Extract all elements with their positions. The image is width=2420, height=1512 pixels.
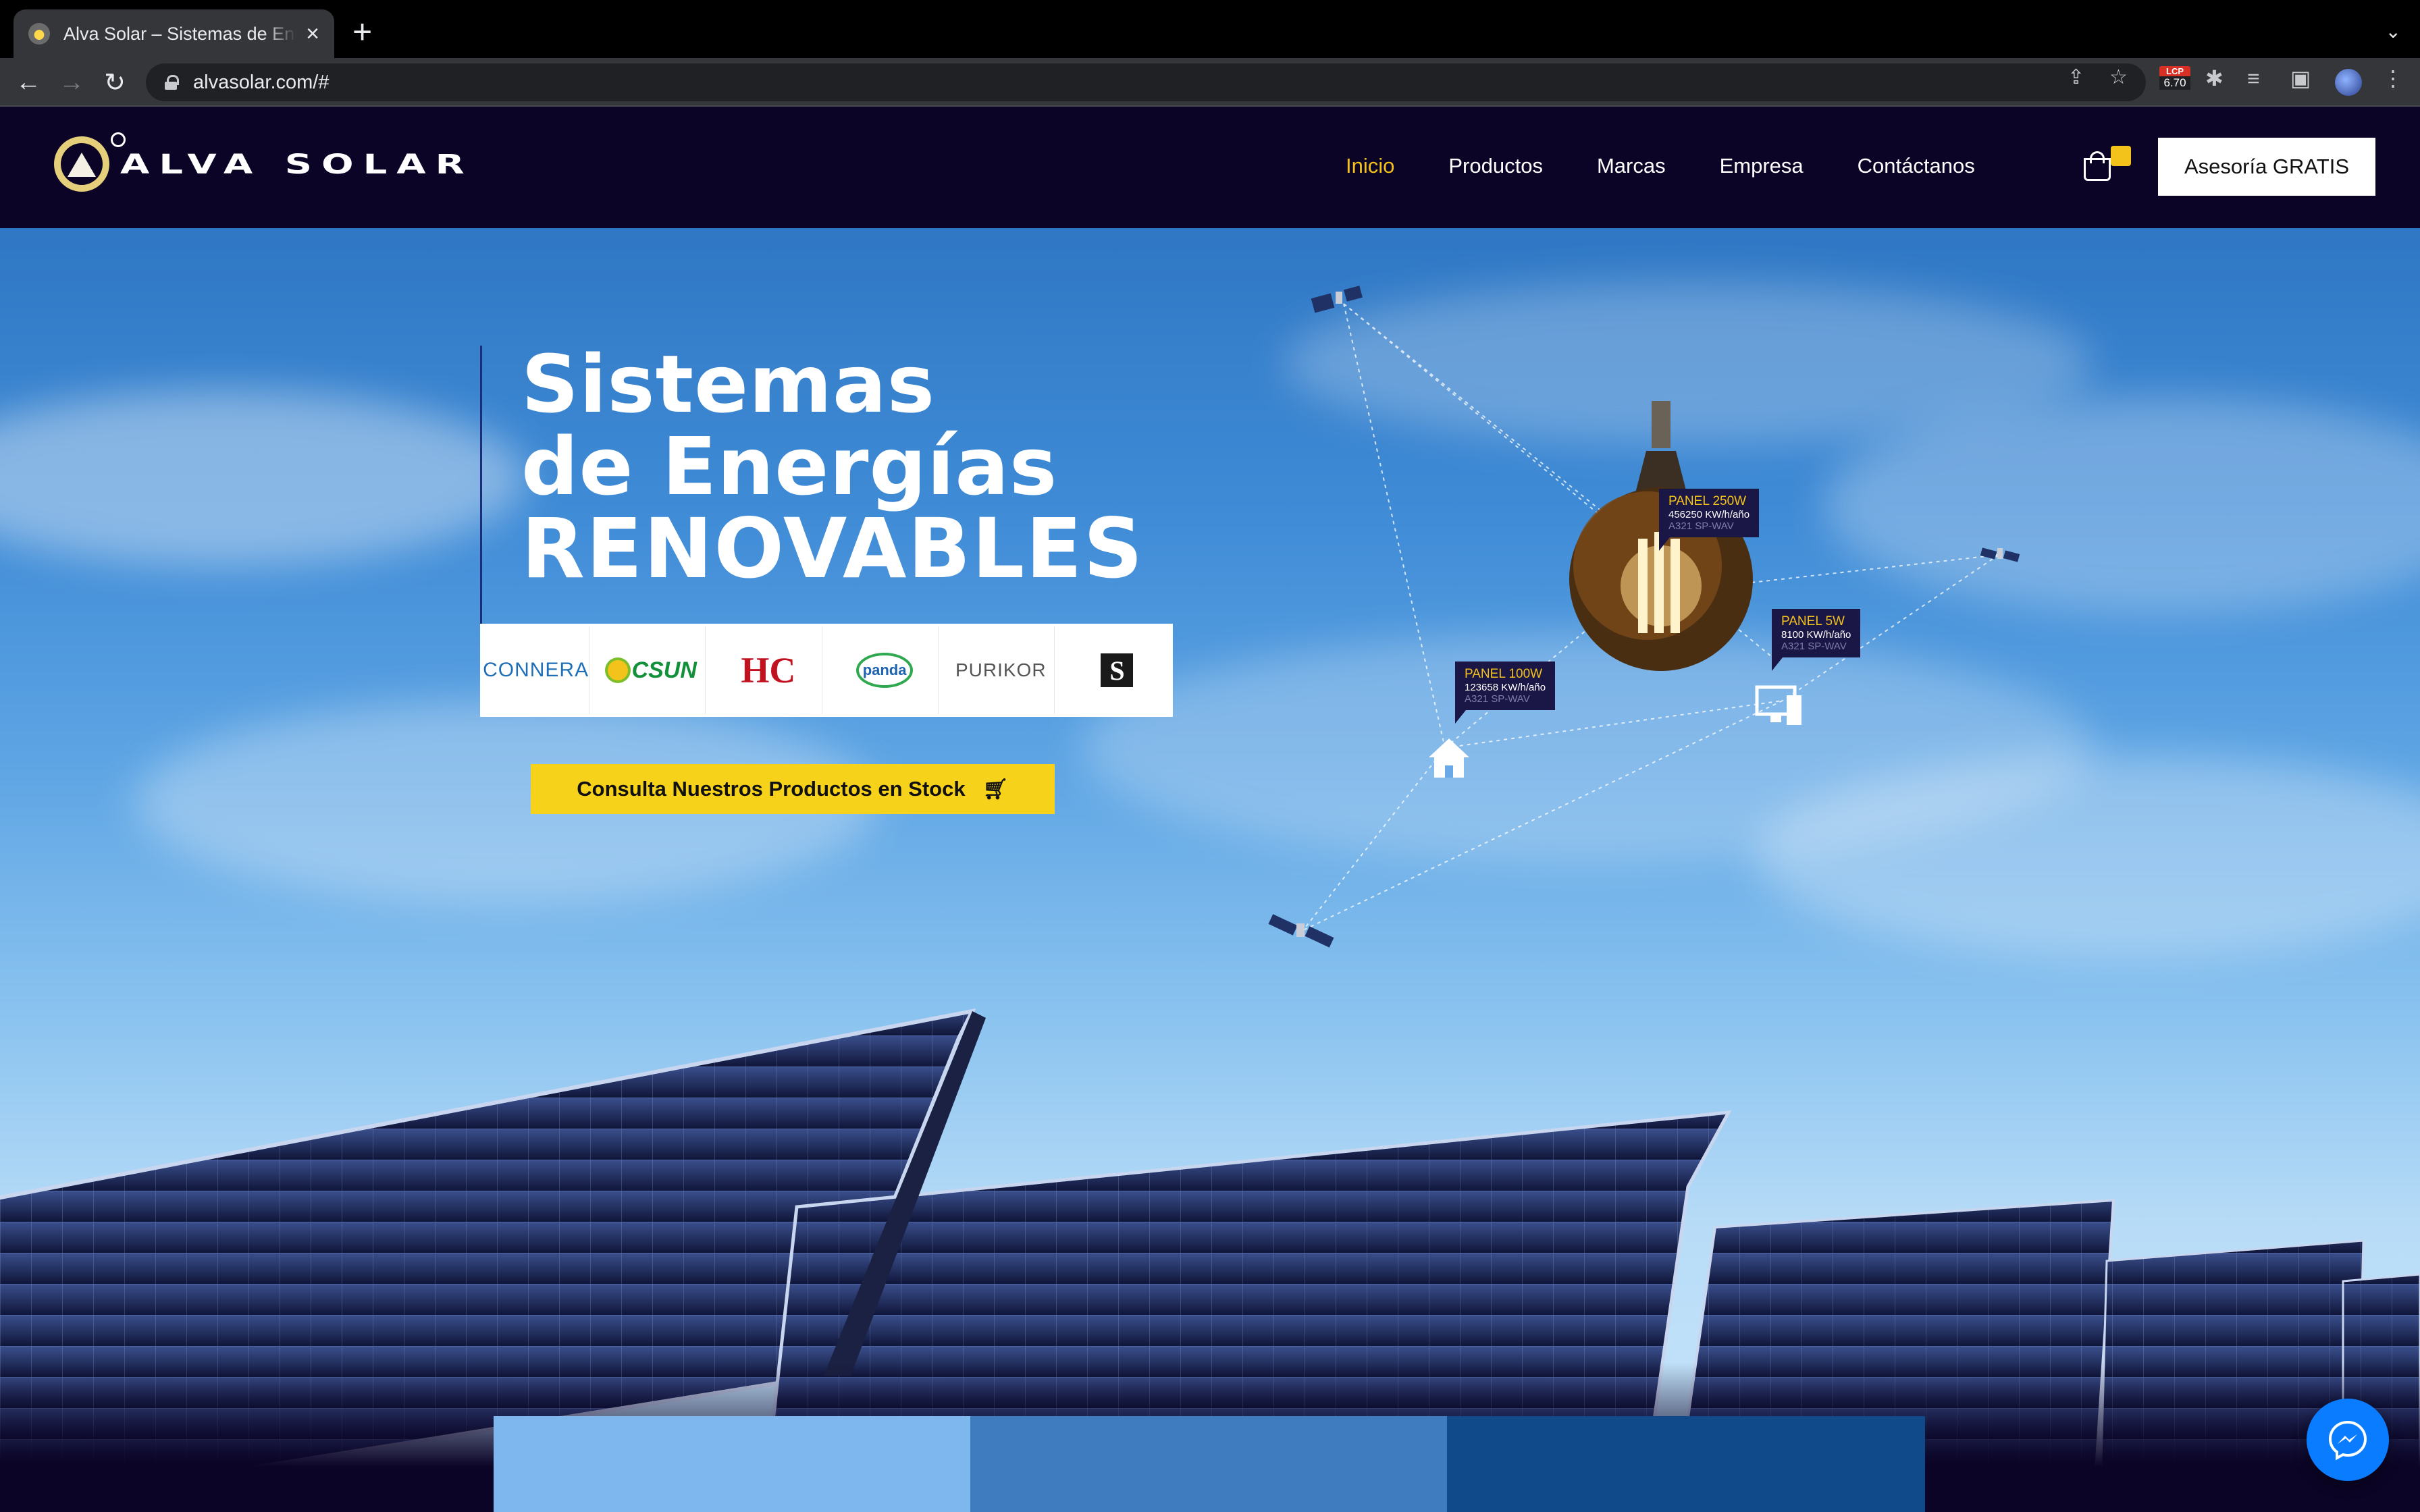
satellite-icon	[1311, 286, 1363, 313]
tab-search-chevron-icon[interactable]: ⌄	[2386, 20, 2401, 43]
reload-icon[interactable]: ↻	[99, 66, 131, 99]
nav-marcas[interactable]: Marcas	[1597, 154, 1666, 178]
back-icon[interactable]: ←	[12, 66, 45, 99]
close-tab-icon[interactable]: ×	[306, 22, 319, 45]
feature-card-mid[interactable]	[970, 1416, 1447, 1512]
csun-sun-icon	[607, 660, 628, 680]
share-icon[interactable]: ⇪	[2068, 68, 2084, 88]
sidebar-icon[interactable]: ▣	[2290, 68, 2311, 89]
browser-tab-bar: Alva Solar – Sistemas de Energías Renova…	[0, 0, 2420, 58]
extensions-icon[interactable]: ✱	[2205, 68, 2224, 89]
shopping-cart-icon: 🛒︎	[982, 778, 1009, 801]
lcp-extension-badge[interactable]: LCP 6.70	[2159, 66, 2190, 99]
lcp-label: LCP	[2159, 66, 2190, 76]
new-tab-icon[interactable]: +	[352, 15, 372, 49]
brand-hc[interactable]: HC	[715, 626, 822, 714]
url-text[interactable]: alvasolar.com/#	[193, 72, 330, 94]
logo-mark-icon	[54, 132, 126, 192]
address-bar[interactable]: alvasolar.com/#	[146, 63, 2146, 101]
nav-inicio[interactable]: Inicio	[1346, 154, 1394, 178]
logo-text: ALVA SOLAR	[120, 148, 474, 180]
profile-avatar[interactable]	[2335, 69, 2362, 96]
asesoria-gratis-button[interactable]: Asesoría GRATIS	[2158, 138, 2375, 196]
lock-icon[interactable]	[165, 75, 179, 90]
nav-contactanos[interactable]: Contáctanos	[1858, 154, 1975, 178]
computer-icon	[1755, 685, 1801, 725]
browser-toolbar: ← → ↻ alvasolar.com/# ⇪ ☆ LCP 6.70 ✱ ≡ ▣…	[0, 58, 2420, 107]
feature-card-dark[interactable]	[1447, 1416, 1925, 1512]
nav-productos[interactable]: Productos	[1448, 154, 1543, 178]
brand-panda[interactable]: panda	[831, 626, 939, 714]
browser-tab[interactable]: Alva Solar – Sistemas de Energías Renova…	[14, 9, 334, 58]
headline-accent-rule	[480, 346, 482, 629]
brand-logo-strip: CONNERA CSUN HC panda PURIKOR S	[480, 624, 1173, 717]
stock-products-label: Consulta Nuestros Productos en Stock	[577, 777, 966, 801]
tab-title: Alva Solar – Sistemas de Energías Renova…	[63, 23, 296, 44]
messenger-chat-button[interactable]	[2307, 1399, 2389, 1481]
satellite-icon	[1268, 914, 1334, 948]
brand-s[interactable]: S	[1063, 626, 1171, 714]
star-icon[interactable]: ☆	[2109, 68, 2128, 88]
lcp-value: 6.70	[2159, 76, 2190, 90]
site-header: ALVA SOLAR Inicio Productos Marcas Empre…	[0, 107, 2420, 228]
satellite-icon	[1980, 547, 2020, 562]
brand-connera[interactable]: CONNERA	[483, 626, 590, 714]
reading-list-icon[interactable]: ≡	[2247, 68, 2260, 89]
forward-icon[interactable]: →	[55, 66, 88, 99]
logo-dot-icon	[111, 132, 126, 147]
nav-empresa[interactable]: Empresa	[1720, 154, 1804, 178]
home-icon	[1429, 738, 1469, 778]
stock-products-button[interactable]: Consulta Nuestros Productos en Stock 🛒︎	[531, 764, 1055, 814]
site-favicon-icon	[28, 23, 50, 45]
main-nav: Inicio Productos Marcas Empresa Contácta…	[1346, 154, 2029, 178]
messenger-icon	[2328, 1420, 2367, 1461]
cart-count-badge	[2111, 146, 2131, 166]
panel-250w-label: PANEL 250W 456250 KW/h/año A321 SP-WAV	[1659, 489, 1760, 551]
panel-5w-label: PANEL 5W 8100 KW/h/año A321 SP-WAV	[1772, 609, 1861, 671]
alva-solar-logo[interactable]: ALVA SOLAR	[54, 132, 474, 192]
menu-icon[interactable]: ⋮	[2382, 68, 2404, 89]
hero-section: PANEL 250W 456250 KW/h/año A321 SP-WAV P…	[0, 228, 2420, 1512]
brand-csun[interactable]: CSUN	[599, 626, 706, 714]
feature-card-light[interactable]	[494, 1416, 970, 1512]
brand-purikor[interactable]: PURIKOR	[947, 626, 1055, 714]
panel-100w-label: PANEL 100W 123658 KW/h/año A321 SP-WAV	[1455, 662, 1556, 724]
network-infographic	[1268, 286, 2020, 948]
cart-icon[interactable]	[2084, 146, 2131, 181]
hero-headline: Sistemas de Energías RENOVABLES	[521, 338, 1145, 597]
